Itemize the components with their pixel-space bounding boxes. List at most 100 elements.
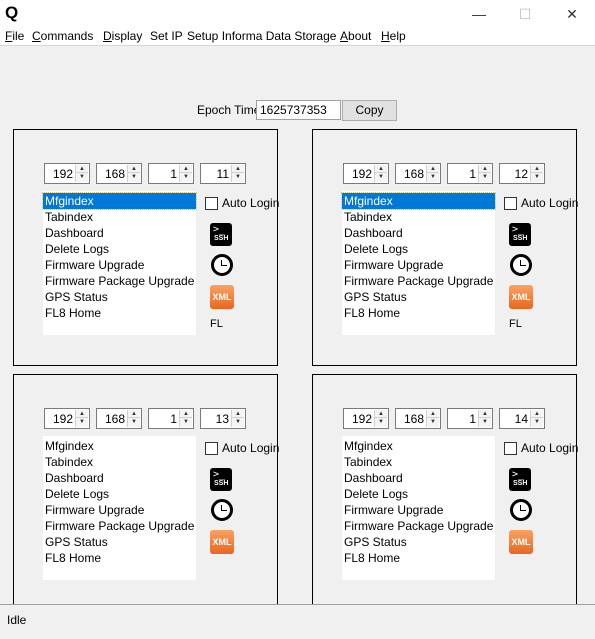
menu-set-ip[interactable]: Set IP [150,28,183,46]
spinner-up-icon[interactable]: ▲ [232,165,244,173]
list-item[interactable]: FL8 Home [43,305,196,321]
list-item[interactable]: Delete Logs [342,241,495,257]
command-list[interactable]: Mfgindex Tabindex Dashboard Delete Logs Firm… [341,191,496,335]
spinner-down-icon[interactable]: ▼ [128,418,140,426]
list-item[interactable]: Dashboard [43,225,196,241]
ip-octet-spinner[interactable]: 168 ▲ ▼ [96,408,142,429]
list-item[interactable]: GPS Status [342,289,495,305]
ip-octet-spinner[interactable]: 168 ▲ ▼ [395,163,441,184]
spinner-down-icon[interactable]: ▼ [128,173,140,181]
copy-button[interactable]: Copy [342,100,397,121]
ip-octet-spinner[interactable]: 1 ▲ ▼ [447,163,493,184]
list-item[interactable]: Delete Logs [43,486,196,502]
xml-icon[interactable]: XML [210,530,234,554]
clock-icon[interactable] [510,499,532,521]
list-item[interactable]: Firmware Upgrade [43,502,196,518]
ip-octet-spinner[interactable]: 1 ▲ ▼ [148,163,194,184]
list-item[interactable]: Mfgindex [42,192,197,210]
spinner-up-icon[interactable]: ▲ [427,410,439,418]
clock-icon[interactable] [510,254,532,276]
list-item[interactable]: Firmware Package Upgrade [342,518,495,534]
ip-octet-spinner[interactable]: 192 ▲ ▼ [44,163,90,184]
checkbox-box[interactable] [504,197,517,210]
command-list[interactable]: Mfgindex Tabindex Dashboard Delete Logs Firm… [43,436,196,580]
list-item[interactable]: Firmware Upgrade [342,502,495,518]
ip-octet-spinner[interactable]: 168 ▲ ▼ [395,408,441,429]
spinner-up-icon[interactable]: ▲ [479,410,491,418]
list-item[interactable]: FL8 Home [342,550,495,566]
spinner-up-icon[interactable]: ▲ [375,165,387,173]
list-item[interactable]: FL8 Home [342,305,495,321]
close-button[interactable]: ✕ [549,0,595,28]
spinner-down-icon[interactable]: ▼ [427,418,439,426]
ip-octet-spinner[interactable]: 12 ▲ ▼ [499,163,545,184]
list-item[interactable]: GPS Status [43,534,196,550]
xml-icon[interactable]: XML [509,285,533,309]
spinner-down-icon[interactable]: ▼ [427,173,439,181]
xml-icon[interactable]: XML [509,530,533,554]
spinner-up-icon[interactable]: ▲ [232,410,244,418]
clock-icon[interactable] [211,254,233,276]
checkbox-box[interactable] [205,197,218,210]
ssh-icon[interactable]: >_ SSH [509,223,531,246]
spinner-down-icon[interactable]: ▼ [479,418,491,426]
list-item[interactable]: Mfgindex [342,438,495,454]
ssh-icon[interactable]: >_ SSH [210,223,232,246]
ip-octet-spinner[interactable]: 1 ▲ ▼ [447,408,493,429]
list-item[interactable]: Dashboard [342,225,495,241]
spinner-down-icon[interactable]: ▼ [232,418,244,426]
spinner-up-icon[interactable]: ▲ [76,165,88,173]
list-item[interactable]: Tabindex [342,209,495,225]
spinner-up-icon[interactable]: ▲ [128,410,140,418]
maximize-button[interactable]: ☐ [502,0,548,28]
minimize-button[interactable]: — [456,0,502,28]
ssh-icon[interactable]: >_ SSH [210,468,232,491]
ip-octet-spinner[interactable]: 13 ▲ ▼ [200,408,246,429]
list-item[interactable]: Delete Logs [342,486,495,502]
spinner-up-icon[interactable]: ▲ [76,410,88,418]
list-item[interactable]: Firmware Package Upgrade [43,518,196,534]
spinner-down-icon[interactable]: ▼ [76,173,88,181]
ip-octet-spinner[interactable]: 14 ▲ ▼ [499,408,545,429]
ssh-icon[interactable]: >_ SSH [509,468,531,491]
menu-help[interactable]: Help [381,28,406,46]
list-item[interactable]: Tabindex [43,454,196,470]
spinner-up-icon[interactable]: ▲ [427,165,439,173]
list-item[interactable]: Dashboard [342,470,495,486]
spinner-down-icon[interactable]: ▼ [531,418,543,426]
ip-octet-spinner[interactable]: 192 ▲ ▼ [343,163,389,184]
spinner-up-icon[interactable]: ▲ [531,165,543,173]
command-list[interactable]: Mfgindex Tabindex Dashboard Delete Logs Firm… [342,436,495,580]
list-item[interactable]: Firmware Package Upgrade [342,273,495,289]
spinner-down-icon[interactable]: ▼ [232,173,244,181]
spinner-up-icon[interactable]: ▲ [180,165,192,173]
list-item[interactable]: Firmware Upgrade [342,257,495,273]
spinner-down-icon[interactable]: ▼ [531,173,543,181]
spinner-down-icon[interactable]: ▼ [375,173,387,181]
spinner-up-icon[interactable]: ▲ [180,410,192,418]
spinner-down-icon[interactable]: ▼ [76,418,88,426]
spinner-down-icon[interactable]: ▼ [375,418,387,426]
menu-file[interactable]: File [5,28,24,46]
ip-octet-spinner[interactable]: 11 ▲ ▼ [200,163,246,184]
epoch-time-field[interactable]: 1625737353 [256,100,341,120]
ip-octet-spinner[interactable]: 168 ▲ ▼ [96,163,142,184]
spinner-down-icon[interactable]: ▼ [180,418,192,426]
list-item[interactable]: Delete Logs [43,241,196,257]
list-item[interactable]: Firmware Package Upgrade [43,273,196,289]
spinner-up-icon[interactable]: ▲ [531,410,543,418]
list-item[interactable]: GPS Status [43,289,196,305]
menu-about[interactable]: About [340,28,371,46]
command-list[interactable]: Mfgindex Tabindex Dashboard Delete Logs Firm… [42,191,197,335]
ip-octet-spinner[interactable]: 192 ▲ ▼ [44,408,90,429]
spinner-up-icon[interactable]: ▲ [479,165,491,173]
list-item[interactable]: Mfgindex [43,438,196,454]
ip-octet-spinner[interactable]: 1 ▲ ▼ [148,408,194,429]
spinner-up-icon[interactable]: ▲ [375,410,387,418]
xml-icon[interactable]: XML [210,285,234,309]
list-item[interactable]: Mfgindex [341,192,496,210]
list-item[interactable]: Dashboard [43,470,196,486]
ip-octet-spinner[interactable]: 192 ▲ ▼ [343,408,389,429]
list-item[interactable]: Tabindex [43,209,196,225]
spinner-up-icon[interactable]: ▲ [128,165,140,173]
